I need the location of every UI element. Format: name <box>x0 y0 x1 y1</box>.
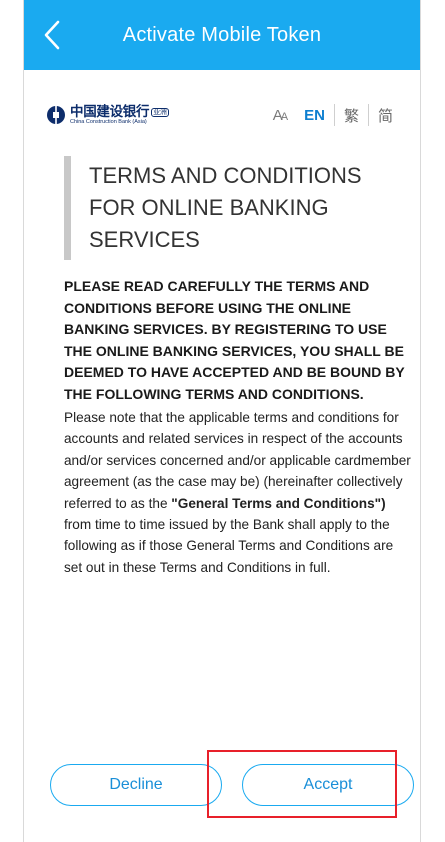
screen-frame: Activate Mobile Token 中国建设银行 亚洲 China Con… <box>23 0 421 842</box>
heading-accent-bar <box>64 156 71 260</box>
chevron-left-icon <box>44 20 60 50</box>
bank-name-cn-suffix: 亚洲 <box>151 107 169 117</box>
ccb-logo-icon <box>47 106 65 124</box>
terms-note: Please note that the applicable terms an… <box>64 410 411 575</box>
font-size-button[interactable]: AA <box>273 107 288 124</box>
language-switcher: AA EN 繁 简 <box>273 103 402 127</box>
decline-button[interactable]: Decline <box>50 764 222 806</box>
bank-logo: 中国建设银行 亚洲 China Construction Bank (Asia) <box>46 103 169 126</box>
general-terms-bold: "General Terms and Conditions") <box>171 495 386 511</box>
terms-body: PLEASE READ CAREFULLY THE TERMS AND COND… <box>64 276 414 578</box>
brand-row: 中国建设银行 亚洲 China Construction Bank (Asia) … <box>46 93 402 137</box>
terms-heading: TERMS AND CONDITIONS FOR ONLINE BANKING … <box>89 163 362 252</box>
bank-name-en: China Construction Bank (Asia) <box>70 119 147 125</box>
lang-option-traditional[interactable]: 繁 <box>335 105 368 126</box>
app-header: Activate Mobile Token <box>24 0 420 70</box>
bank-name: 中国建设银行 亚洲 China Construction Bank (Asia) <box>70 103 169 126</box>
lang-option-simplified[interactable]: 简 <box>369 105 402 126</box>
page-title: Activate Mobile Token <box>122 23 322 46</box>
bank-name-cn: 中国建设银行 亚洲 <box>70 103 169 119</box>
terms-intro: PLEASE READ CAREFULLY THE TERMS AND COND… <box>64 278 405 402</box>
accept-button[interactable]: Accept <box>242 764 414 806</box>
lang-option-en[interactable]: EN <box>304 107 334 124</box>
terms-heading-block: TERMS AND CONDITIONS FOR ONLINE BANKING … <box>64 156 404 260</box>
back-button[interactable] <box>32 13 72 57</box>
